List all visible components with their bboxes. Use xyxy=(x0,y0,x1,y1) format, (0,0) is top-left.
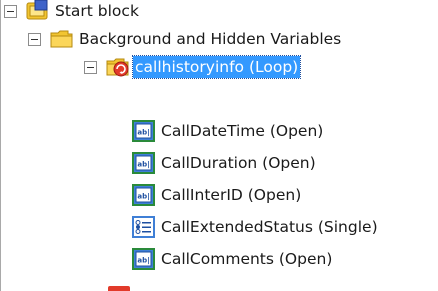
open-question-icon: ab| xyxy=(132,152,155,174)
open-question-icon: ab| xyxy=(132,184,155,206)
tree-left-border xyxy=(0,0,1,291)
tree-item-callcomments[interactable]: ab| CallComments (Open) xyxy=(132,244,334,274)
tree-item-calldatetime[interactable]: ab| CallDateTime (Open) xyxy=(132,116,325,146)
single-question-icon xyxy=(132,216,155,238)
tree-item-label: CallDateTime (Open) xyxy=(161,122,324,140)
open-question-icon: ab| xyxy=(132,120,155,142)
collapse-toggle[interactable] xyxy=(28,32,41,46)
start-block-icon xyxy=(26,0,48,20)
svg-text:ab|: ab| xyxy=(137,161,149,170)
survey-tree-view[interactable]: Start block Background and Hidden Variab… xyxy=(0,0,438,291)
tree-item-callhistoryinfo-loop[interactable]: callhistoryinfo (Loop) xyxy=(84,52,302,82)
tree-item-background-hidden-variables[interactable]: Background and Hidden Variables xyxy=(28,24,343,54)
tree-item-label: Background and Hidden Variables xyxy=(79,30,342,48)
tree-item-label: CallDuration (Open) xyxy=(161,154,316,172)
open-question-icon: ab| xyxy=(132,248,155,270)
svg-text:ab|: ab| xyxy=(137,129,149,138)
tree-item-callduration[interactable]: ab| CallDuration (Open) xyxy=(132,148,318,178)
svg-text:ab|: ab| xyxy=(137,193,149,202)
clipped-tree-item-icon xyxy=(108,286,130,291)
tree-item-label: CallExtendedStatus (Single) xyxy=(161,218,378,236)
collapse-toggle[interactable] xyxy=(4,4,17,18)
tree-item-callinterid[interactable]: ab| CallInterID (Open) xyxy=(132,180,303,210)
tree-item-label: CallComments (Open) xyxy=(161,250,333,268)
tree-item-start-block[interactable]: Start block xyxy=(4,0,141,23)
collapse-toggle[interactable] xyxy=(84,60,97,74)
tree-item-label: Start block xyxy=(55,2,139,20)
svg-text:ab|: ab| xyxy=(137,257,149,266)
loop-folder-icon xyxy=(106,58,129,77)
tree-item-label: callhistoryinfo (Loop) xyxy=(131,55,302,79)
folder-icon xyxy=(50,30,73,48)
tree-item-label: CallInterID (Open) xyxy=(161,186,302,204)
tree-item-callextendedstatus[interactable]: CallExtendedStatus (Single) xyxy=(132,212,380,242)
